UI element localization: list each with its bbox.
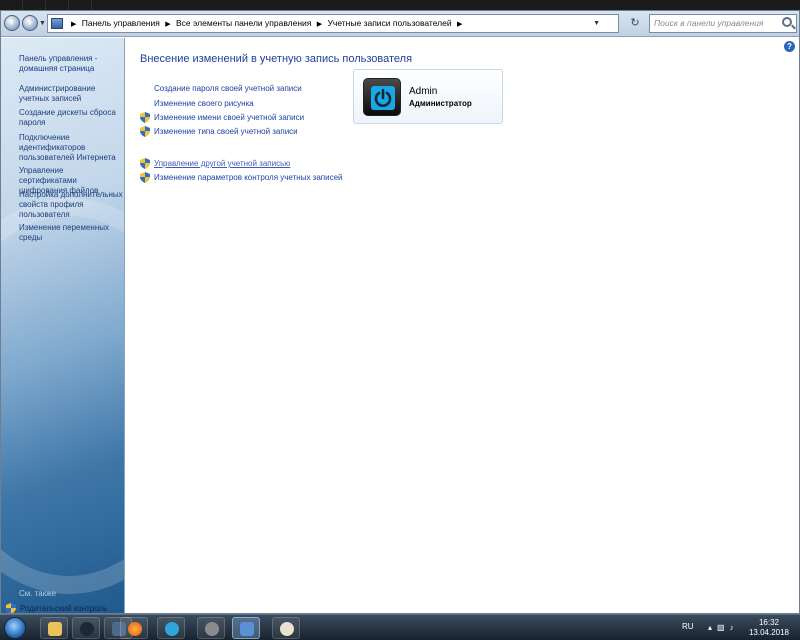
network-icon[interactable]: ▧ xyxy=(717,623,730,632)
user-name: Admin xyxy=(409,86,438,97)
language-indicator[interactable]: RU xyxy=(682,622,694,631)
breadcrumb-item-user-accounts[interactable]: Учетные записи пользователей xyxy=(328,18,452,28)
sidebar: Панель управления - домашняя страница Ад… xyxy=(1,38,125,613)
forward-button[interactable]: › xyxy=(22,15,38,31)
taskbar-control-panel-button[interactable] xyxy=(232,617,260,639)
volume-icon[interactable]: ♪ xyxy=(730,623,739,632)
sidebar-item-profile-properties[interactable]: Настройка дополнительных свойств профиля… xyxy=(19,190,123,220)
clock[interactable]: 16:32 13.04.2018 xyxy=(744,618,794,638)
tray-icons[interactable]: ▴▧♪ xyxy=(708,623,739,632)
breadcrumb-separator-icon[interactable]: ▶ xyxy=(317,21,322,28)
address-dropdown-icon[interactable]: ▼ xyxy=(593,15,600,32)
breadcrumb-item-all-items[interactable]: Все элементы панели управления xyxy=(176,18,311,28)
control-panel-icon xyxy=(240,622,254,636)
uac-shield-icon xyxy=(6,603,16,613)
steam-icon xyxy=(80,622,94,636)
clock-time: 16:32 xyxy=(758,618,780,627)
paint-icon xyxy=(280,622,294,636)
taskbar-firefox-button[interactable] xyxy=(120,617,148,639)
power-icon xyxy=(371,86,395,110)
uac-shield-icon xyxy=(140,112,150,123)
taskbar-explorer-button[interactable] xyxy=(40,617,68,639)
search-box[interactable]: Поиск в панели управления xyxy=(649,14,797,33)
breadcrumb-separator-icon[interactable]: ▶ xyxy=(165,21,170,28)
user-account-card: Admin Администратор xyxy=(353,69,503,124)
gear-icon xyxy=(205,622,219,636)
folder-icon xyxy=(48,622,62,636)
back-button[interactable]: ‹ xyxy=(4,15,20,31)
sidebar-item-environment-variables[interactable]: Изменение переменных среды xyxy=(19,223,123,243)
help-icon[interactable]: ? xyxy=(784,41,795,52)
show-hidden-icons-icon[interactable]: ▴ xyxy=(708,623,717,632)
breadcrumb: ▶ Панель управления ▶ Все элементы панел… xyxy=(68,15,465,32)
sidebar-item-online-ids[interactable]: Подключение идентификаторов пользователе… xyxy=(19,133,123,163)
taskbar-steam-button[interactable] xyxy=(72,617,100,639)
main-content: ? Внесение изменений в учетную запись по… xyxy=(126,38,799,613)
task-label[interactable]: Изменение типа своей учетной записи xyxy=(154,127,298,136)
uac-shield-icon xyxy=(140,158,150,169)
control-panel-window: ‹ › ▼ ▶ Панель управления ▶ Все элементы… xyxy=(0,10,800,614)
taskbar-paint-button[interactable] xyxy=(272,617,300,639)
task-label[interactable]: Управление другой учетной записью xyxy=(154,159,290,168)
navigation-bar: ‹ › ▼ ▶ Панель управления ▶ Все элементы… xyxy=(1,11,799,37)
firefox-icon xyxy=(128,622,142,636)
page-title: Внесение изменений в учетную запись поль… xyxy=(140,53,413,65)
clock-date: 13.04.2018 xyxy=(748,628,790,637)
taskbar: RU ▴▧♪ 16:32 13.04.2018 xyxy=(0,614,800,640)
sidebar-item-parental-control[interactable]: Родительский контроль xyxy=(6,603,124,613)
task-label[interactable]: Изменение своего рисунка xyxy=(154,99,254,108)
telegram-icon xyxy=(165,622,179,636)
control-panel-icon xyxy=(51,18,63,29)
breadcrumb-separator-icon[interactable]: ▶ xyxy=(71,21,76,28)
search-input[interactable]: Поиск в панели управления xyxy=(654,15,763,32)
start-button[interactable] xyxy=(4,617,26,639)
parental-control-label[interactable]: Родительский контроль xyxy=(20,604,107,613)
refresh-icon[interactable]: ↻ xyxy=(624,15,646,32)
sidebar-item-home[interactable]: Панель управления - домашняя страница xyxy=(19,54,123,74)
uac-shield-icon xyxy=(140,126,150,137)
search-icon[interactable] xyxy=(782,17,792,27)
uac-shield-icon xyxy=(140,172,150,183)
see-also-heading: См. также xyxy=(19,589,57,598)
task-label[interactable]: Создание пароля своей учетной записи xyxy=(154,84,302,93)
user-role: Администратор xyxy=(409,99,472,108)
task-label[interactable]: Изменение параметров контроля учетных за… xyxy=(154,173,343,182)
address-bar[interactable]: ▶ Панель управления ▶ Все элементы панел… xyxy=(47,14,619,33)
breadcrumb-separator-icon[interactable]: ▶ xyxy=(457,21,462,28)
avatar xyxy=(363,78,401,116)
recent-pages-dropdown[interactable]: ▼ xyxy=(39,20,46,27)
taskbar-settings-button[interactable] xyxy=(197,617,225,639)
taskbar-telegram-button[interactable] xyxy=(157,617,185,639)
sidebar-item-account-admin[interactable]: Администрирование учетных записей xyxy=(19,84,123,104)
breadcrumb-item-control-panel[interactable]: Панель управления xyxy=(82,18,160,28)
sidebar-item-reset-disk[interactable]: Создание дискеты сброса пароля xyxy=(19,108,123,128)
task-label[interactable]: Изменение имени своей учетной записи xyxy=(154,113,304,122)
